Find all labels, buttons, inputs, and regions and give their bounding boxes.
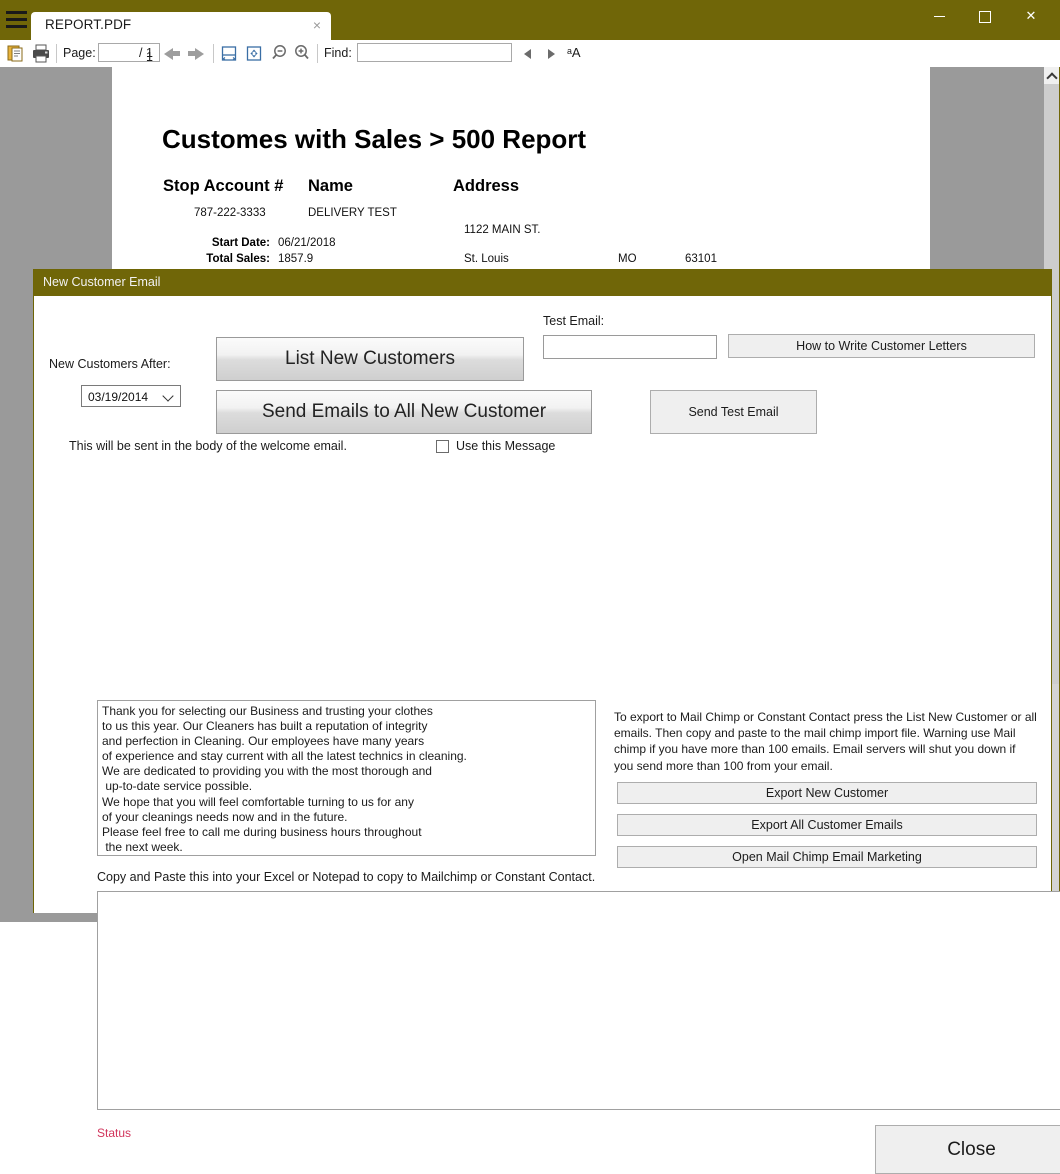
toolbar-divider-2 bbox=[213, 44, 214, 63]
find-next-icon[interactable] bbox=[548, 49, 555, 59]
send-test-email-button[interactable]: Send Test Email bbox=[650, 390, 817, 434]
zoom-in-icon[interactable] bbox=[293, 40, 311, 67]
chevron-down-icon bbox=[162, 390, 174, 402]
dialog-title: New Customer Email bbox=[43, 275, 161, 289]
list-new-customers-button[interactable]: List New Customers bbox=[216, 337, 524, 381]
pdf-viewer-window: REPORT.PDF × ✕ Page: 1 / 1 Find: ᵃA Cust… bbox=[0, 0, 1060, 1174]
date-picker-value: 03/19/2014 bbox=[88, 390, 149, 404]
maximize-icon bbox=[979, 10, 991, 23]
copy-icon-svg bbox=[7, 45, 23, 62]
window-titlebar: REPORT.PDF × ✕ bbox=[0, 0, 1060, 40]
new-customer-email-dialog: New Customer Email New Customers After: … bbox=[33, 269, 1060, 1174]
export-new-customer-button[interactable]: Export New Customer bbox=[617, 782, 1037, 804]
pdf-toolbar: Page: 1 / 1 Find: ᵃA bbox=[0, 40, 1060, 67]
print-icon-svg bbox=[33, 44, 49, 63]
how-to-write-customer-letters-button[interactable]: How to Write Customer Letters bbox=[728, 334, 1035, 358]
fit-width-icon-svg bbox=[221, 46, 237, 61]
report-col-header-address: Address bbox=[453, 177, 520, 195]
new-customers-after-date-picker[interactable]: 03/19/2014 bbox=[81, 385, 181, 407]
test-email-input[interactable] bbox=[543, 335, 717, 359]
find-input[interactable] bbox=[357, 43, 512, 62]
tab-label: REPORT.PDF bbox=[45, 17, 132, 32]
minimize-button[interactable] bbox=[916, 0, 962, 32]
report-col-header-name: Name bbox=[308, 177, 353, 195]
copy-paste-hint: Copy and Paste this into your Excel or N… bbox=[97, 870, 596, 884]
report-account-value: 787-222-3333 bbox=[194, 207, 266, 219]
fit-width-icon[interactable] bbox=[221, 40, 237, 67]
prev-page-icon[interactable] bbox=[164, 48, 173, 60]
page-total-label: / 1 bbox=[139, 46, 153, 60]
report-zip: 63101 bbox=[685, 253, 717, 265]
find-label: Find: bbox=[324, 46, 352, 60]
use-this-message-checkbox[interactable] bbox=[436, 440, 449, 453]
match-case-icon[interactable]: ᵃA bbox=[567, 45, 581, 60]
toolbar-divider-3 bbox=[317, 44, 318, 63]
copy-icon[interactable] bbox=[6, 40, 26, 67]
send-emails-to-all-new-customer-button[interactable]: Send Emails to All New Customer bbox=[216, 390, 592, 434]
welcome-message-textarea[interactable]: Thank you for selecting our Business and… bbox=[97, 700, 596, 856]
use-this-message-label: Use this Message bbox=[456, 439, 556, 453]
minimize-icon bbox=[933, 16, 945, 18]
report-address-line1: 1122 MAIN ST. bbox=[464, 224, 541, 236]
report-field-value-1: 1857.9 bbox=[278, 253, 314, 265]
next-page-icon-stem[interactable] bbox=[188, 51, 195, 56]
maximize-button[interactable] bbox=[962, 0, 1008, 32]
close-tab-icon[interactable]: × bbox=[313, 16, 321, 34]
fit-page-icon[interactable] bbox=[246, 40, 262, 67]
report-title: Customes with Sales > 500 Report bbox=[162, 124, 587, 154]
tab-report-pdf[interactable]: REPORT.PDF × bbox=[31, 12, 331, 40]
status-label: Status bbox=[97, 1126, 132, 1140]
report-field-label-1: Total Sales: bbox=[206, 253, 270, 265]
report-col-header-account: Stop Account # bbox=[163, 177, 284, 195]
close-dialog-button[interactable]: Close bbox=[875, 1125, 1060, 1174]
fit-page-icon-svg bbox=[246, 46, 262, 61]
welcome-message-text: Thank you for selecting our Business and… bbox=[102, 704, 467, 854]
chevron-up-icon bbox=[1046, 72, 1058, 84]
report-name-value: DELIVERY TEST bbox=[308, 207, 397, 219]
report-field-label-0: Start Date: bbox=[211, 237, 270, 249]
toolbar-divider bbox=[56, 44, 57, 63]
open-mail-chimp-button[interactable]: Open Mail Chimp Email Marketing bbox=[617, 846, 1037, 868]
zoom-out-icon-svg bbox=[272, 45, 286, 60]
report-field-value-0: 06/21/2018 bbox=[278, 237, 336, 249]
scroll-up-icon[interactable] bbox=[1044, 67, 1059, 84]
report-city: St. Louis bbox=[464, 253, 509, 265]
prev-page-icon-stem[interactable] bbox=[173, 51, 180, 56]
print-icon[interactable] bbox=[30, 40, 52, 67]
next-page-icon[interactable] bbox=[195, 48, 204, 60]
hamburger-menu-icon[interactable] bbox=[6, 11, 28, 29]
export-all-customer-emails-button[interactable]: Export All Customer Emails bbox=[617, 814, 1037, 836]
zoom-out-icon[interactable] bbox=[270, 40, 288, 67]
test-email-label: Test Email: bbox=[543, 314, 605, 328]
export-instructions: To export to Mail Chimp or Constant Cont… bbox=[614, 710, 1037, 773]
page-label: Page: bbox=[63, 46, 96, 60]
email-body-hint: This will be sent in the body of the wel… bbox=[69, 439, 347, 453]
find-prev-icon[interactable] bbox=[524, 49, 531, 59]
new-customers-after-label: New Customers After: bbox=[49, 357, 171, 371]
dialog-titlebar: New Customer Email bbox=[34, 270, 1051, 296]
report-state: MO bbox=[618, 253, 637, 265]
zoom-in-icon-svg bbox=[295, 45, 309, 60]
window-close-button[interactable]: ✕ bbox=[1008, 0, 1054, 32]
export-output-textarea[interactable] bbox=[97, 891, 1060, 1110]
